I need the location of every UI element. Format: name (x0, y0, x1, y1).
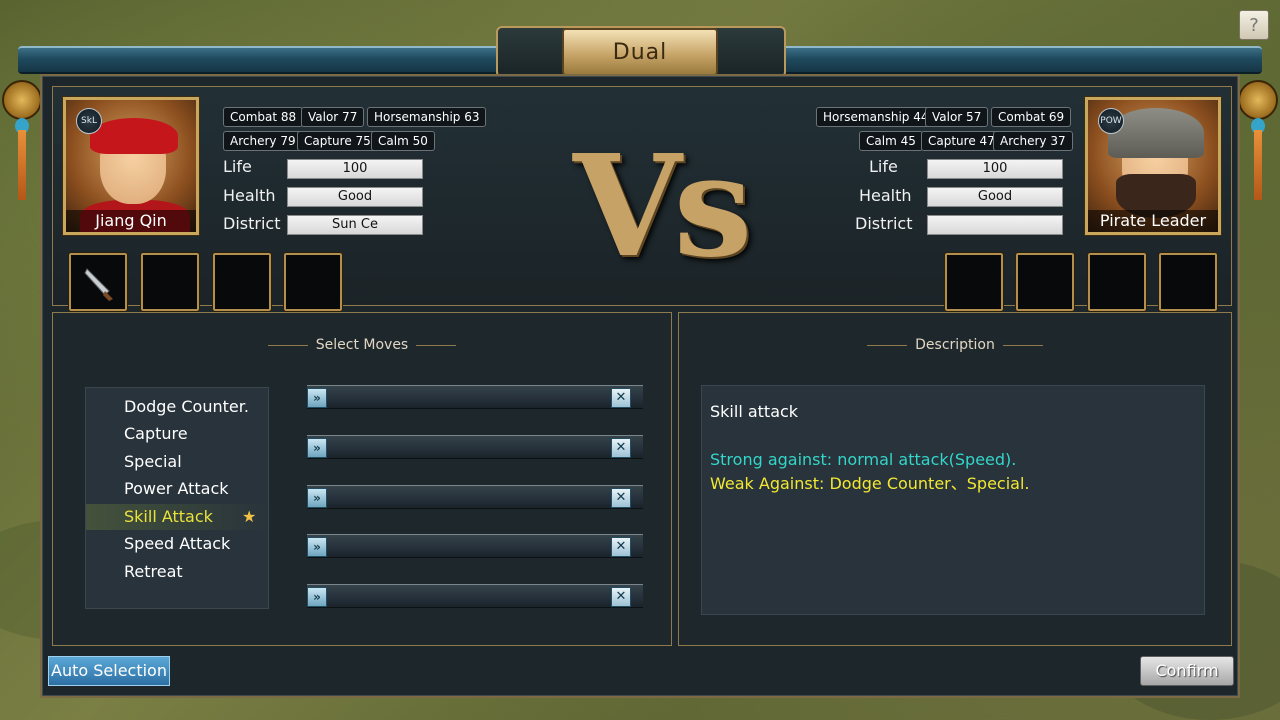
enemy-stat-horsemanship: Horsemanship 44 (816, 107, 936, 127)
player-equipment-slot-3[interactable] (212, 252, 272, 312)
double-chevron-right-icon[interactable]: » (307, 537, 327, 557)
enemy-stat-valor: Valor 57 (925, 107, 989, 127)
move-special[interactable]: Special (86, 449, 270, 475)
move-slot-5[interactable]: » ✕ (307, 584, 643, 608)
clear-slot-button[interactable]: ✕ (611, 388, 631, 408)
rod-ornament-left (2, 80, 42, 120)
enemy-district-value (927, 215, 1063, 235)
move-skill-attack[interactable]: Skill Attack ★ (86, 504, 270, 530)
double-chevron-right-icon[interactable]: » (307, 388, 327, 408)
enemy-equipment-slot-1[interactable] (944, 252, 1004, 312)
player-stat-combat: Combat 88 (223, 107, 304, 127)
player-health-label: Health (223, 186, 276, 205)
player-equipment-slot-2[interactable] (140, 252, 200, 312)
player-district-label: District (223, 214, 281, 233)
enemy-stat-capture: Capture 47 (921, 131, 1002, 151)
enemy-life-label: Life (869, 157, 898, 176)
move-power-attack[interactable]: Power Attack (86, 476, 270, 502)
clear-slot-button[interactable]: ✕ (611, 587, 631, 607)
power-badge: POW (1098, 108, 1124, 134)
double-chevron-right-icon[interactable]: » (307, 488, 327, 508)
player-district-value: Sun Ce (287, 215, 423, 235)
clear-slot-button[interactable]: ✕ (611, 537, 631, 557)
enemy-stat-calm: Calm 45 (859, 131, 923, 151)
select-moves-title: Select Moves (53, 337, 671, 353)
description-strong-against: Strong against: normal attack(Speed). (710, 450, 1017, 469)
enemy-name: Pirate Leader (1088, 210, 1218, 232)
enemy-equipment-slot-3[interactable] (1087, 252, 1147, 312)
moves-list: Dodge Counter. Capture Special Power Att… (85, 387, 270, 609)
tassel-left (18, 130, 26, 200)
combatants-area: SkL Jiang Qin Combat 88 Valor 77 Horsema… (52, 86, 1232, 312)
description-box: Skill attack Strong against: normal atta… (701, 385, 1205, 615)
player-stat-calm: Calm 50 (371, 131, 435, 151)
player-health-value: Good (287, 187, 423, 207)
enemy-health-value: Good (927, 187, 1063, 207)
move-retreat[interactable]: Retreat (86, 559, 270, 585)
move-capture[interactable]: Capture (86, 421, 270, 447)
description-title: Description (679, 337, 1231, 353)
player-portrait: SkL Jiang Qin (62, 96, 200, 236)
star-icon: ★ (242, 507, 257, 526)
enemy-health-label: Health (859, 186, 912, 205)
player-stat-valor: Valor 77 (301, 107, 365, 127)
player-life-label: Life (223, 157, 252, 176)
move-slot-4[interactable]: » ✕ (307, 534, 643, 558)
move-speed-attack[interactable]: Speed Attack (86, 531, 270, 557)
player-name: Jiang Qin (66, 210, 196, 232)
select-moves-panel: Select Moves Dodge Counter. Capture Spec… (52, 312, 672, 646)
tassel-right (1254, 130, 1262, 200)
description-panel: Description Skill attack Strong against:… (678, 312, 1232, 646)
double-chevron-right-icon[interactable]: » (307, 438, 327, 458)
clear-slot-button[interactable]: ✕ (611, 438, 631, 458)
player-equipment-slot-4[interactable] (283, 252, 343, 312)
enemy-portrait: POW Pirate Leader (1084, 96, 1222, 236)
skill-badge: SkL (76, 108, 102, 134)
move-slot-3[interactable]: » ✕ (307, 485, 643, 509)
move-dodge-counter[interactable]: Dodge Counter. (86, 394, 270, 420)
enemy-stat-archery: Archery 37 (993, 131, 1073, 151)
enemy-equipment-slot-2[interactable] (1015, 252, 1075, 312)
dagger-icon (84, 268, 113, 301)
description-heading: Skill attack (710, 402, 799, 421)
enemy-life-value: 100 (927, 159, 1063, 179)
enemy-district-label: District (855, 214, 913, 233)
player-life-value: 100 (287, 159, 423, 179)
enemy-stat-combat: Combat 69 (991, 107, 1072, 127)
confirm-button[interactable]: Confirm (1140, 656, 1234, 686)
double-chevron-right-icon[interactable]: » (307, 587, 327, 607)
player-equipment-slot-1[interactable] (68, 252, 128, 312)
move-skill-attack-label: Skill Attack (124, 507, 213, 526)
player-stat-archery: Archery 79 (223, 131, 303, 151)
move-slot-2[interactable]: » ✕ (307, 435, 643, 459)
rod-ornament-right (1238, 80, 1278, 120)
player-stat-horsemanship: Horsemanship 63 (367, 107, 487, 127)
vs-emblem: Vs (573, 125, 752, 289)
player-stat-capture: Capture 75 (297, 131, 378, 151)
auto-selection-button[interactable]: Auto Selection (48, 656, 170, 686)
description-weak-against: Weak Against: Dodge Counter、Special. (710, 474, 1030, 493)
duel-window: SkL Jiang Qin Combat 88 Valor 77 Horsema… (40, 74, 1240, 698)
clear-slot-button[interactable]: ✕ (611, 488, 631, 508)
help-button[interactable]: ? (1239, 10, 1269, 40)
enemy-equipment-slot-4[interactable] (1158, 252, 1218, 312)
page-title: Dual (562, 28, 718, 76)
portrait-bandana (90, 118, 178, 154)
move-slot-1[interactable]: » ✕ (307, 385, 643, 409)
